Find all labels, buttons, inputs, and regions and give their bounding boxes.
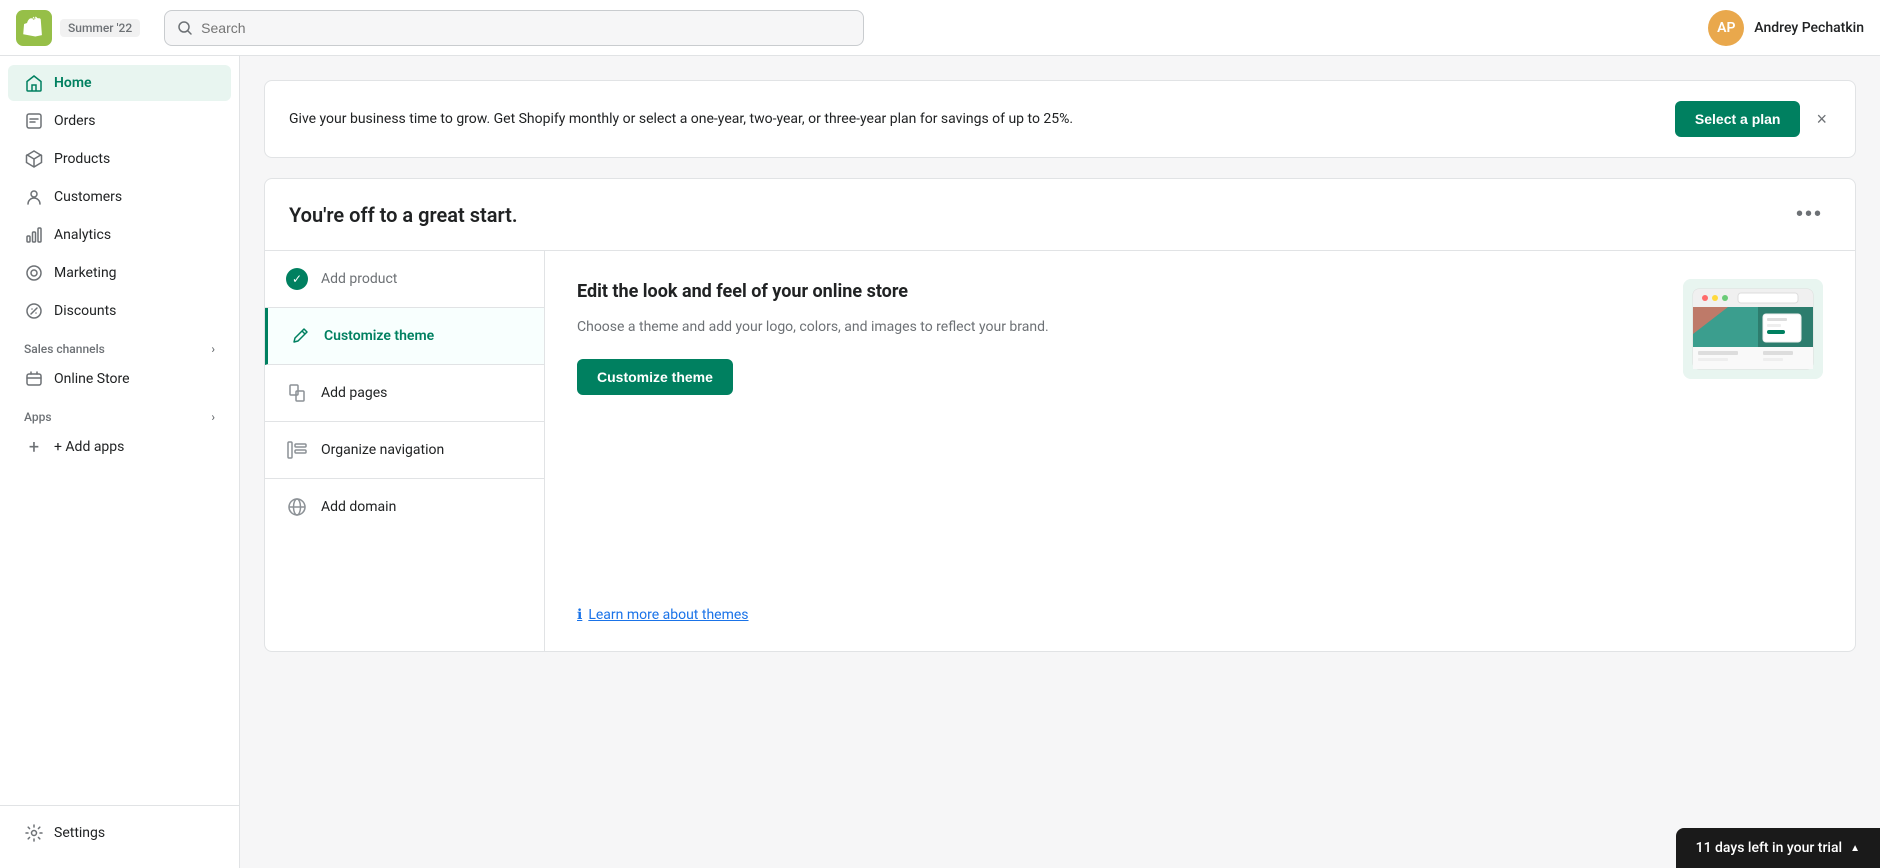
step-detail-text: Edit the look and feel of your online st… xyxy=(577,279,1659,395)
sidebar-item-label-marketing: Marketing xyxy=(54,265,117,281)
sidebar-item-label-analytics: Analytics xyxy=(54,227,111,243)
topbar: Summer '22 AP Andrey Pechatkin xyxy=(0,0,1880,56)
sidebar: Home Orders Products xyxy=(0,56,240,868)
sidebar-item-label-add-apps: + Add apps xyxy=(54,439,124,455)
sidebar-item-label-customers: Customers xyxy=(54,189,122,205)
setup-card: You're off to a great start. ••• ✓ Add p… xyxy=(264,178,1856,652)
apps-section: Apps › xyxy=(8,398,231,428)
customers-icon xyxy=(24,187,44,207)
select-plan-button[interactable]: Select a plan xyxy=(1675,101,1801,137)
search-input[interactable] xyxy=(201,20,851,36)
sales-channels-section: Sales channels › xyxy=(8,330,231,360)
search-icon xyxy=(177,20,193,36)
more-options-button[interactable]: ••• xyxy=(1788,199,1831,230)
banner-text: Give your business time to grow. Get Sho… xyxy=(289,109,1659,130)
username: Andrey Pechatkin xyxy=(1754,20,1864,36)
steps-list: ✓ Add product Customize theme xyxy=(265,251,545,651)
step-organize-navigation[interactable]: Organize navigation xyxy=(265,422,544,479)
step-detail: Edit the look and feel of your online st… xyxy=(545,251,1855,651)
trial-text: 11 days left in your trial xyxy=(1696,840,1842,856)
promo-banner: Give your business time to grow. Get Sho… xyxy=(264,80,1856,158)
sidebar-item-label-products: Products xyxy=(54,151,110,167)
shopify-logo-icon xyxy=(16,10,52,46)
setup-card-header: You're off to a great start. ••• xyxy=(265,179,1855,251)
banner-actions: Select a plan × xyxy=(1675,101,1831,137)
step-check-icon: ✓ xyxy=(285,267,309,291)
trial-banner[interactable]: 11 days left in your trial ▲ xyxy=(1676,828,1880,868)
step-organize-nav-icon xyxy=(285,438,309,462)
chevron-right-icon-apps: › xyxy=(211,410,215,424)
trial-arrow-icon: ▲ xyxy=(1850,843,1860,854)
close-banner-button[interactable]: × xyxy=(1812,105,1831,134)
orders-icon xyxy=(24,111,44,131)
step-detail-footer: ℹ Learn more about themes xyxy=(577,607,1823,623)
setup-card-title: You're off to a great start. xyxy=(289,203,518,227)
logo-badge: Summer '22 xyxy=(60,19,140,37)
step-customize-theme[interactable]: Customize theme xyxy=(265,308,544,365)
step-add-domain[interactable]: Add domain xyxy=(265,479,544,535)
step-label-add-domain: Add domain xyxy=(321,499,396,515)
logo-area: Summer '22 xyxy=(16,10,140,46)
sidebar-item-label-discounts: Discounts xyxy=(54,303,116,319)
sidebar-item-discounts[interactable]: Discounts xyxy=(8,293,231,329)
step-add-domain-icon xyxy=(285,495,309,519)
step-detail-content: Edit the look and feel of your online st… xyxy=(577,279,1823,395)
learn-more-link[interactable]: ℹ Learn more about themes xyxy=(577,607,1823,623)
chevron-right-icon: › xyxy=(211,342,215,356)
sidebar-item-label-orders: Orders xyxy=(54,113,96,129)
customize-theme-button[interactable]: Customize theme xyxy=(577,359,733,395)
user-area: AP Andrey Pechatkin xyxy=(1708,10,1864,46)
sidebar-item-analytics[interactable]: Analytics xyxy=(8,217,231,253)
step-add-product[interactable]: ✓ Add product xyxy=(265,251,544,308)
discounts-icon xyxy=(24,301,44,321)
sidebar-item-settings[interactable]: Settings xyxy=(8,815,231,851)
step-label-add-pages: Add pages xyxy=(321,385,387,401)
sidebar-item-label-home: Home xyxy=(54,75,92,91)
products-icon xyxy=(24,149,44,169)
store-illustration-svg xyxy=(1683,279,1823,379)
sidebar-item-products[interactable]: Products xyxy=(8,141,231,177)
settings-icon xyxy=(24,823,44,843)
step-detail-description: Choose a theme and add your logo, colors… xyxy=(577,316,1659,338)
setup-body: ✓ Add product Customize theme xyxy=(265,251,1855,651)
online-store-icon xyxy=(24,369,44,389)
sidebar-item-orders[interactable]: Orders xyxy=(8,103,231,139)
step-detail-title: Edit the look and feel of your online st… xyxy=(577,279,1659,304)
step-label-customize-theme: Customize theme xyxy=(324,328,434,344)
step-add-pages[interactable]: Add pages xyxy=(265,365,544,422)
home-icon xyxy=(24,73,44,93)
step-add-pages-icon xyxy=(285,381,309,405)
sidebar-item-add-apps[interactable]: + + Add apps xyxy=(8,429,231,465)
sidebar-item-marketing[interactable]: Marketing xyxy=(8,255,231,291)
sidebar-item-home[interactable]: Home xyxy=(8,65,231,101)
step-label-organize-nav: Organize navigation xyxy=(321,442,444,458)
analytics-icon xyxy=(24,225,44,245)
layout: Home Orders Products xyxy=(0,56,1880,868)
avatar: AP xyxy=(1708,10,1744,46)
sidebar-item-label-settings: Settings xyxy=(54,825,105,841)
sidebar-item-label-online-store: Online Store xyxy=(54,371,130,387)
sidebar-bottom: Settings xyxy=(0,805,239,860)
sidebar-item-online-store[interactable]: Online Store xyxy=(8,361,231,397)
info-icon: ℹ xyxy=(577,607,582,623)
search-bar[interactable] xyxy=(164,10,864,46)
sidebar-item-customers[interactable]: Customers xyxy=(8,179,231,215)
marketing-icon xyxy=(24,263,44,283)
step-customize-theme-icon xyxy=(288,324,312,348)
step-label-add-product: Add product xyxy=(321,271,397,287)
add-apps-icon: + xyxy=(24,437,44,457)
store-illustration xyxy=(1683,279,1823,379)
main-content: Give your business time to grow. Get Sho… xyxy=(240,56,1880,868)
